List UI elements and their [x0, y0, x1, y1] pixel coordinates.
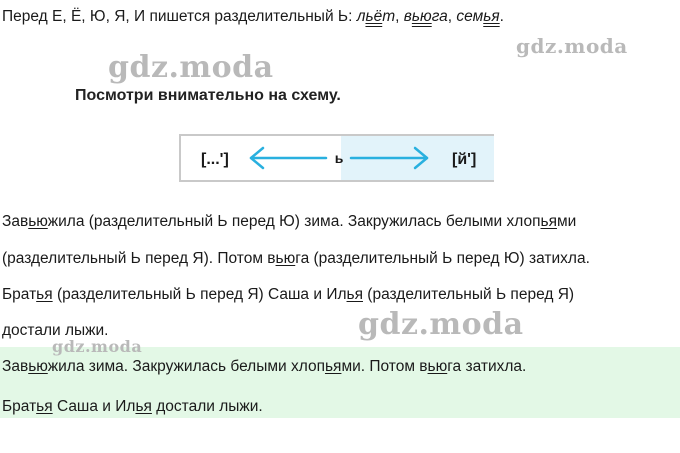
answer-line-1: Завьюжила зима. Закружилась белыми хлопь…: [2, 358, 527, 375]
explanation-line-2: (разделительный Ь перед Я). Потом вьюга …: [2, 250, 590, 267]
answer-line-2: Братья Саша и Илья достали лыжи.: [2, 398, 263, 415]
example-word-3: семья: [456, 8, 500, 25]
scheme-left-label: [...']: [201, 151, 229, 168]
explanation-line-3: Братья (разделительный Ь перед Я) Саша и…: [2, 286, 575, 303]
watermark: gdz.moda: [358, 307, 524, 342]
arrow-left-icon: [249, 146, 328, 170]
scheme-right-label: [й']: [452, 151, 476, 168]
arrow-right-icon: [349, 146, 429, 170]
scheme-svg: [...'] ь [й']: [201, 146, 476, 170]
scheme-diagram: [...'] ь [й']: [179, 134, 494, 182]
rule-prefix: Перед Е, Ё, Ю, Я, И пишется разделительн…: [2, 8, 357, 25]
instruction-heading: Посмотри внимательно на схему.: [75, 87, 341, 104]
watermark: gdz.moda: [516, 34, 628, 58]
scheme-soft-sign: ь: [335, 150, 344, 166]
example-word-2: вьюга: [403, 8, 448, 25]
watermark: gdz.moda: [108, 50, 274, 85]
example-word-1: льёт: [356, 8, 396, 25]
explanation-line-4: достали лыжи.: [2, 322, 109, 339]
explanation-line-1: Завьюжила (разделительный Ь перед Ю) зим…: [2, 213, 577, 230]
rule-line: Перед Е, Ё, Ю, Я, И пишется разделительн…: [2, 8, 504, 25]
